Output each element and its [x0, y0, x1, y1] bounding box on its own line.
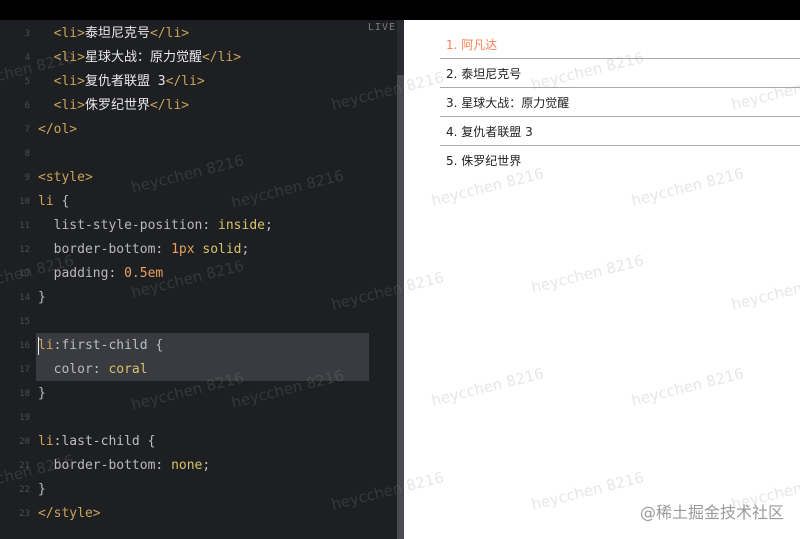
code-text: <li>泰坦尼克号</li>: [38, 22, 189, 46]
code-text: </style>: [38, 502, 101, 526]
code-text: border-bottom: 1px solid;: [38, 238, 250, 262]
code-token: 复仇者联盟 3: [84, 74, 166, 89]
code-token: 侏罗纪世界: [84, 98, 150, 113]
code-text: <li>复仇者联盟 3</li>: [38, 70, 205, 94]
list-item: 1. 阿凡达: [440, 30, 800, 59]
line-number: 14: [19, 293, 30, 303]
code-token: }: [38, 482, 46, 497]
code-token: </li>: [165, 74, 205, 89]
line-number: 10: [19, 197, 30, 207]
code-token: coral: [108, 362, 148, 377]
code-token: 1px: [171, 242, 195, 257]
code-token: border-bottom: [38, 242, 156, 257]
code-token: ;: [202, 458, 211, 473]
code-token: :: [155, 458, 172, 473]
code-token: border-bottom: [38, 458, 156, 473]
code-token: padding: [38, 266, 109, 281]
line-number: 12: [19, 245, 30, 255]
line-number: 8: [24, 149, 30, 159]
code-token: <li>: [38, 26, 85, 41]
line-number: 22: [19, 485, 30, 495]
code-token: li: [38, 194, 54, 209]
code-token: :: [92, 362, 109, 377]
live-preview-pane: 1. 阿凡达 2. 泰坦尼克号 3. 星球大战：原力觉醒 4. 复仇者联盟 3 …: [404, 20, 800, 539]
code-text: }: [38, 286, 46, 310]
code-editor[interactable]: 3 <li>泰坦尼克号</li> 4 <li>星球大战：原力觉醒</li> 5 <l…: [0, 20, 404, 539]
code-token: <li>: [38, 50, 85, 65]
code-token: </li>: [149, 98, 190, 113]
text-cursor: [38, 337, 39, 355]
top-bar: [0, 0, 800, 20]
line-number: 5: [24, 77, 30, 87]
code-token: {: [53, 194, 70, 209]
code-token: <style>: [38, 170, 93, 185]
code-token: :last-child {: [53, 434, 156, 449]
code-text: list-style-position: inside;: [38, 214, 273, 238]
line-number: 7: [24, 125, 30, 135]
code-text: }: [38, 382, 46, 406]
code-token: list-style-position: [38, 218, 203, 233]
line-number: 16: [19, 341, 30, 351]
editor-scrollbar-thumb[interactable]: [397, 75, 404, 539]
code-token: </style>: [38, 506, 101, 521]
line-number: 9: [24, 173, 30, 183]
code-text: border-bottom: none;: [38, 454, 211, 478]
code-token: <li>: [38, 74, 85, 89]
editor-scrollbar[interactable]: [397, 20, 404, 539]
list-item: 2. 泰坦尼克号: [440, 59, 800, 88]
code-token: </li>: [149, 26, 190, 41]
code-text: color: coral: [38, 358, 148, 382]
code-text: <li>侏罗纪世界</li>: [38, 94, 189, 118]
line-number: 15: [19, 317, 30, 327]
code-token: inside: [218, 218, 265, 233]
code-token: li: [38, 338, 54, 353]
list-item: 5. 侏罗纪世界: [446, 154, 522, 168]
code-token: </li>: [201, 50, 242, 65]
line-number: 11: [19, 221, 30, 231]
movie-list: 1. 阿凡达 2. 泰坦尼克号 3. 星球大战：原力觉醒 4. 复仇者联盟 3 …: [440, 30, 800, 174]
code-text: </ol>: [38, 118, 77, 142]
code-token: :: [108, 266, 125, 281]
line-number: 20: [19, 437, 30, 447]
code-token: none: [171, 458, 203, 473]
code-text: padding: 0.5em: [38, 262, 164, 286]
line-number: 4: [24, 53, 30, 63]
code-token: li: [38, 434, 54, 449]
code-text: }: [38, 478, 46, 502]
line-number: 18: [19, 389, 30, 399]
code-text: li {: [38, 190, 69, 214]
code-token: solid: [194, 242, 242, 257]
code-token: <li>: [38, 98, 85, 113]
code-text: li:last-child {: [38, 430, 155, 454]
code-token: </ol>: [38, 122, 78, 137]
code-token: :first-child {: [53, 338, 164, 353]
code-token: color: [38, 362, 93, 377]
list-item: 3. 星球大战：原力觉醒: [440, 88, 800, 117]
code-token: ;: [241, 242, 250, 257]
code-text: li:first-child {: [38, 334, 163, 358]
live-label: LIVE: [367, 22, 396, 33]
line-number: 23: [19, 509, 30, 519]
code-token: ;: [265, 218, 273, 233]
brand-watermark: @稀土掘金技术社区: [639, 503, 784, 522]
line-number: 3: [24, 29, 30, 39]
code-token: }: [38, 386, 46, 401]
code-token: :: [202, 218, 219, 233]
line-number: 6: [24, 101, 30, 111]
list-item: 4. 复仇者联盟 3: [440, 117, 800, 146]
code-token: 泰坦尼克号: [84, 26, 150, 41]
line-number: 19: [19, 413, 30, 423]
code-text: <style>: [38, 166, 93, 190]
code-token: }: [38, 290, 46, 305]
code-token: 星球大战：原力觉醒: [84, 50, 202, 65]
code-token: 0.5em: [124, 266, 164, 281]
line-number: 17: [19, 365, 30, 375]
line-number: 13: [19, 269, 30, 279]
line-number: 21: [19, 461, 30, 471]
code-token: :: [155, 242, 172, 257]
code-text: <li>星球大战：原力觉醒</li>: [38, 46, 241, 70]
